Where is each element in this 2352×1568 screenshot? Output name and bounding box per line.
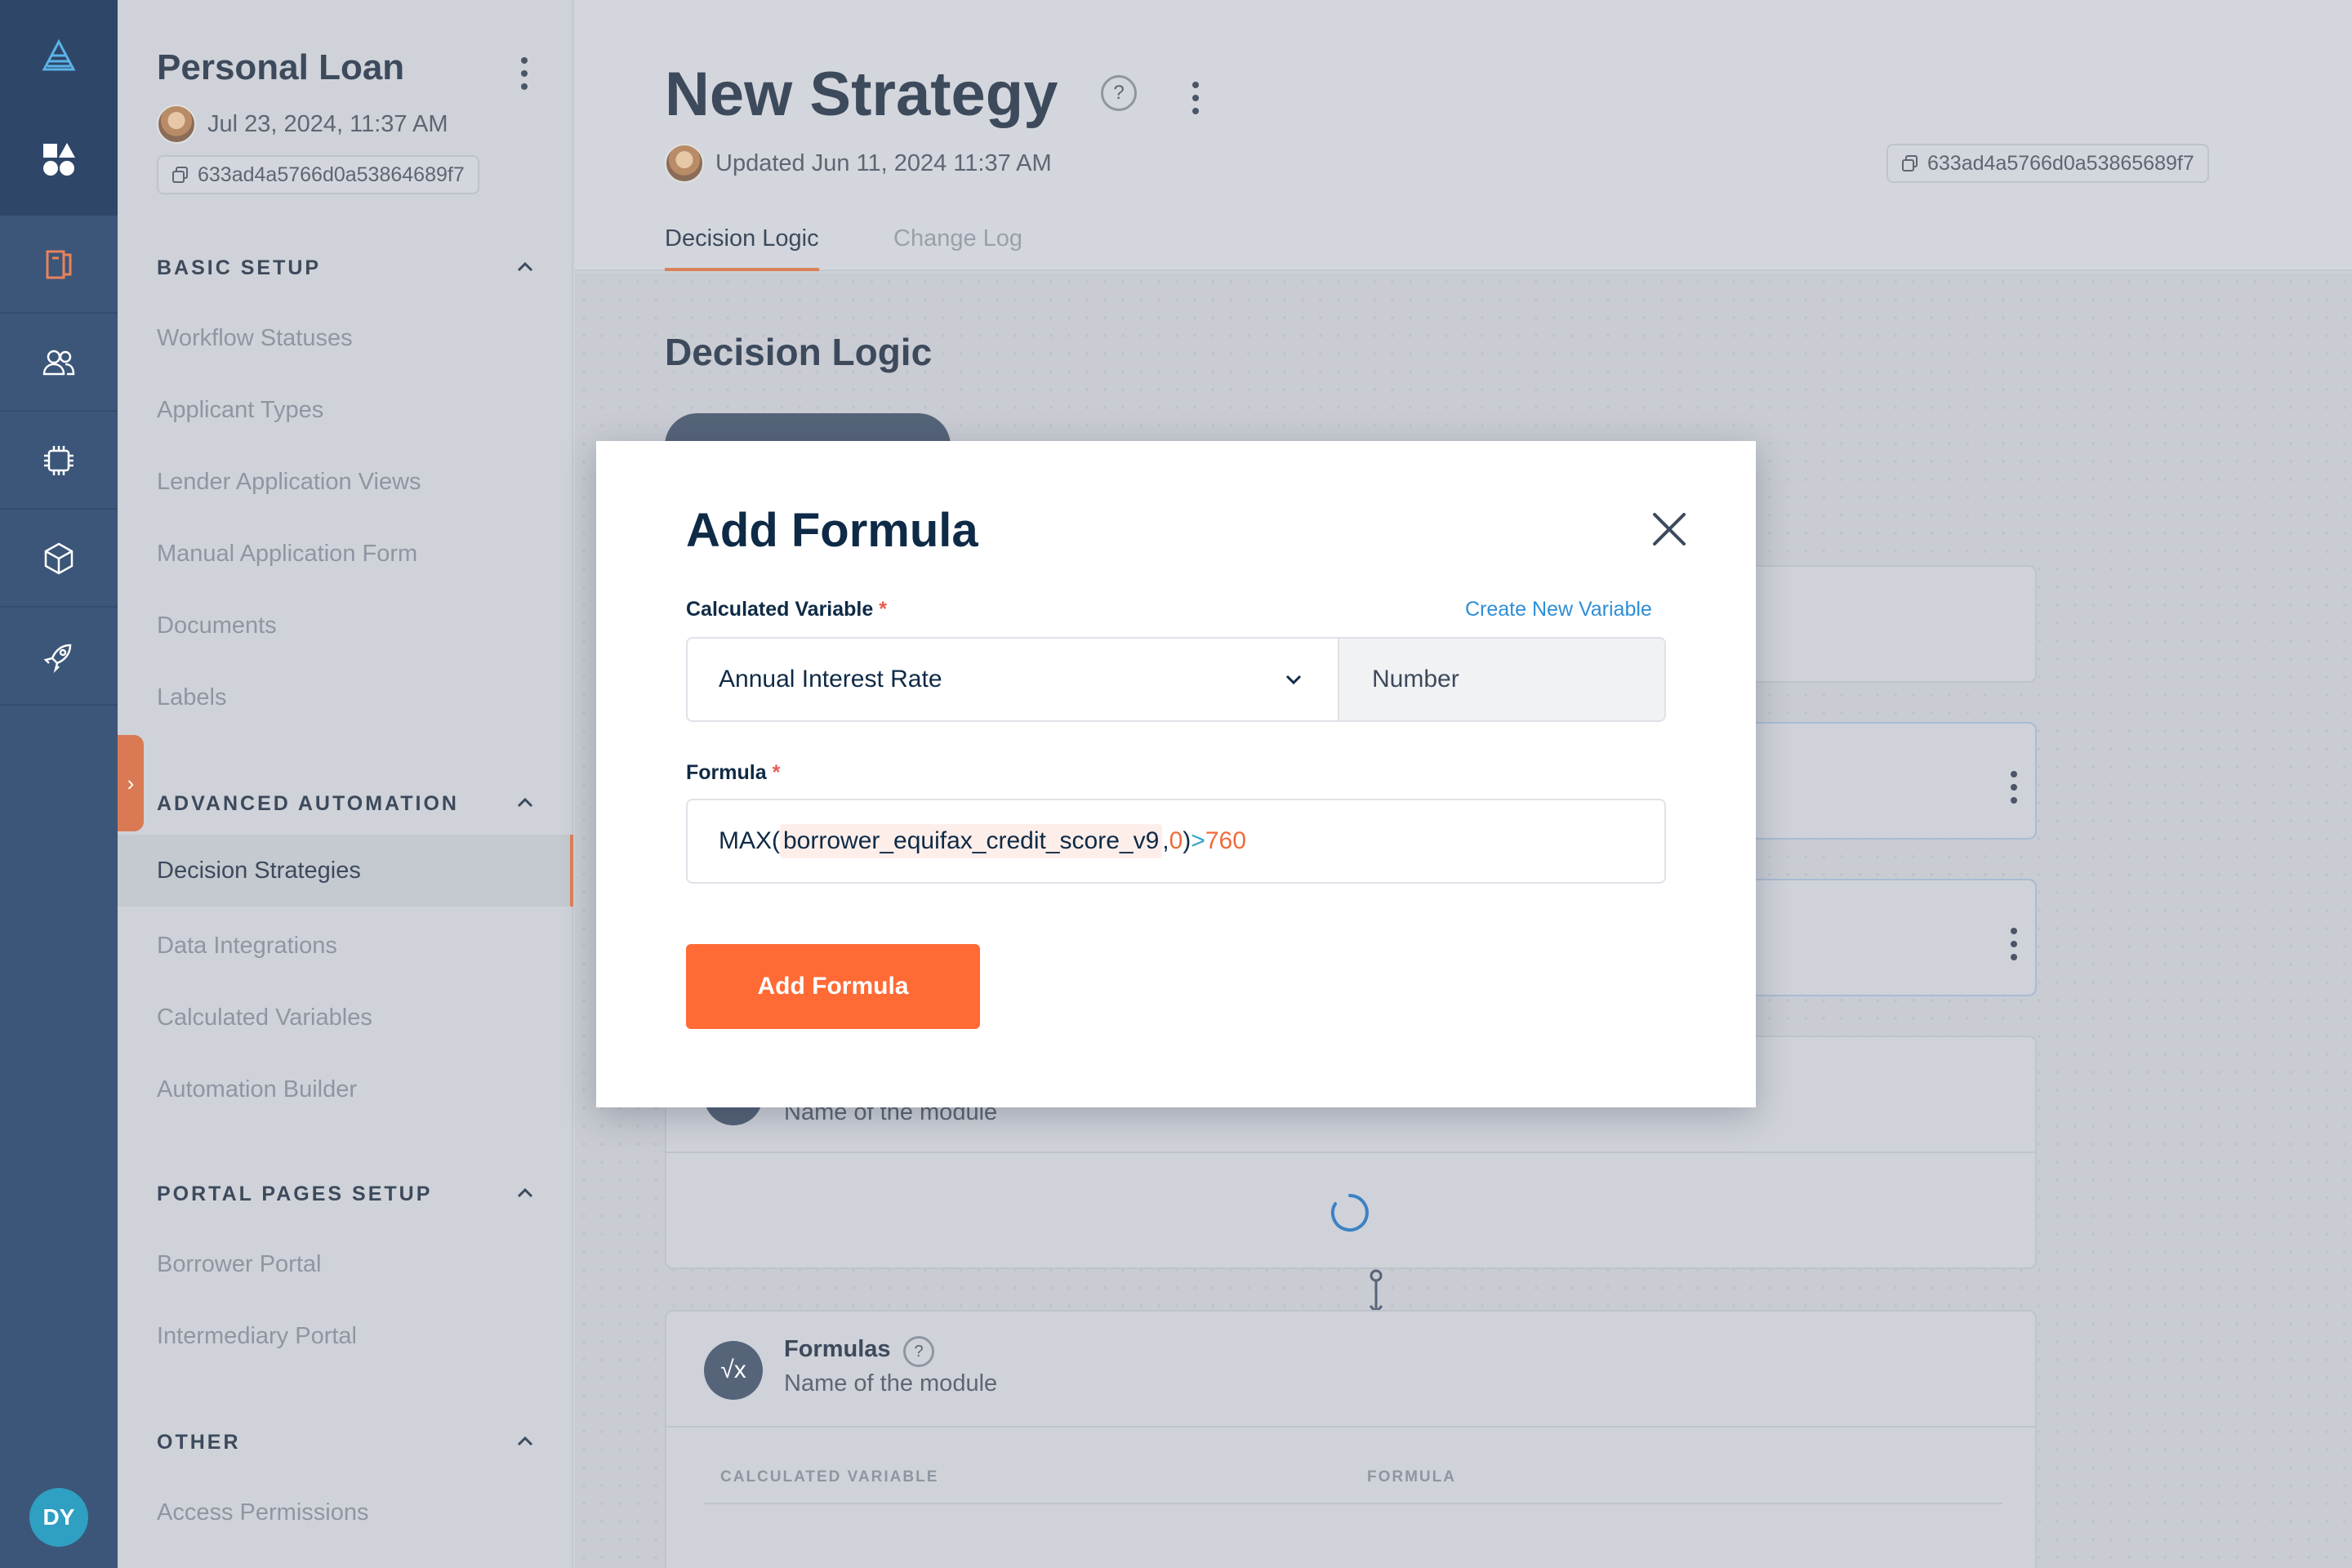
sidebar-item-automation-builder[interactable]: Automation Builder bbox=[157, 1076, 357, 1103]
book-icon[interactable] bbox=[0, 217, 118, 314]
sidebar-item-manual-application-form[interactable]: Manual Application Form bbox=[157, 541, 417, 568]
logo-icon[interactable] bbox=[0, 8, 118, 105]
sidebar-item-documents[interactable]: Documents bbox=[157, 612, 277, 639]
add-formula-dialog: Add Formula Calculated Variable * Create… bbox=[596, 441, 1756, 1107]
chevron-down-icon[interactable] bbox=[1282, 671, 1305, 688]
sidebar-item-lender-application-views[interactable]: Lender Application Views bbox=[157, 469, 421, 496]
module-subtitle: Name of the module bbox=[784, 1370, 998, 1396]
chevron-up-icon[interactable] bbox=[516, 258, 534, 276]
box-icon[interactable] bbox=[0, 511, 118, 608]
copy-icon bbox=[172, 167, 188, 183]
updated-meta: Updated Jun 11, 2024 11:37 AM bbox=[665, 144, 1052, 183]
sidebar-item-label: Decision Strategies bbox=[157, 858, 361, 884]
variable-type: Number bbox=[1372, 666, 1459, 693]
chevron-up-icon[interactable] bbox=[516, 794, 534, 812]
chevron-up-icon[interactable] bbox=[516, 1432, 534, 1450]
required-mark: * bbox=[772, 761, 781, 784]
sidebar-menu-icon[interactable] bbox=[521, 57, 529, 96]
rocket-icon[interactable] bbox=[0, 609, 118, 706]
sidebar-item-access-permissions[interactable]: Access Permissions bbox=[157, 1499, 368, 1526]
dialog-title: Add Formula bbox=[686, 504, 978, 557]
section-basic-setup[interactable]: BASIC SETUP bbox=[157, 256, 321, 280]
formula-input[interactable]: MAX(borrower_equifax_credit_score_v9, 0) >… bbox=[686, 799, 1666, 884]
formula-function: MAX( bbox=[719, 827, 780, 854]
tab-decision-logic[interactable]: Decision Logic bbox=[665, 225, 819, 271]
required-mark: * bbox=[879, 598, 887, 621]
calculated-variable-label-text: Calculated Variable bbox=[686, 598, 874, 621]
avatar bbox=[157, 105, 196, 144]
calculated-variable-label: Calculated Variable * bbox=[686, 598, 887, 621]
sidebar-item-workflow-statuses[interactable]: Workflow Statuses bbox=[157, 325, 353, 352]
sidebar-date: Jul 23, 2024, 11:37 AM bbox=[207, 110, 448, 137]
module-title: Formulas bbox=[784, 1336, 891, 1362]
section-title: Decision Logic bbox=[665, 331, 933, 373]
sidebar-id: 633ad4a5766d0a53864689f7 bbox=[198, 163, 465, 186]
formula-number: 0 bbox=[1169, 827, 1183, 854]
formula-variable-token[interactable]: borrower_equifax_credit_score_v9 bbox=[780, 824, 1163, 858]
page-menu-icon[interactable] bbox=[1192, 82, 1200, 121]
help-icon[interactable]: ? bbox=[1101, 75, 1137, 111]
add-formula-button[interactable]: Add Formula bbox=[686, 944, 980, 1029]
section-other[interactable]: OTHER bbox=[157, 1431, 241, 1454]
create-new-variable-link[interactable]: Create New Variable bbox=[1465, 598, 1652, 621]
sidebar-item-decision-strategies[interactable]: Decision Strategies bbox=[118, 835, 573, 906]
formula-label-text: Formula bbox=[686, 761, 767, 784]
user-avatar[interactable]: DY bbox=[29, 1488, 88, 1547]
tab-change-log[interactable]: Change Log bbox=[893, 225, 1022, 252]
column-header-formula: FORMULA bbox=[1367, 1468, 1456, 1486]
page-header: New Strategy ? Updated Jun 11, 2024 11:3… bbox=[575, 0, 2352, 271]
module-menu-icon[interactable] bbox=[2011, 928, 2019, 967]
square-root-icon: √x bbox=[704, 1341, 763, 1400]
users-icon[interactable] bbox=[0, 315, 118, 412]
strategy-id: 633ad4a5766d0a53865689f7 bbox=[1927, 151, 2194, 175]
sidebar-meta: Jul 23, 2024, 11:37 AM bbox=[157, 105, 448, 144]
sidebar-item-intermediary-portal[interactable]: Intermediary Portal bbox=[157, 1323, 357, 1350]
help-icon[interactable]: ? bbox=[903, 1336, 934, 1367]
formulas-module-card[interactable]: √x Formulas ? Name of the module CALCULA… bbox=[665, 1310, 2037, 1568]
selected-variable: Annual Interest Rate bbox=[719, 666, 942, 693]
sidebar-item-labels[interactable]: Labels bbox=[157, 684, 226, 711]
sidebar-item-borrower-portal[interactable]: Borrower Portal bbox=[157, 1251, 321, 1278]
updated-text: Updated Jun 11, 2024 11:37 AM bbox=[715, 149, 1052, 176]
sidebar-item-data-integrations[interactable]: Data Integrations bbox=[157, 933, 337, 960]
settings-sidebar: Personal Loan Jul 23, 2024, 11:37 AM 633… bbox=[118, 0, 573, 1568]
avatar bbox=[665, 144, 704, 183]
icon-rail: DY bbox=[0, 0, 118, 1568]
sidebar-title: Personal Loan bbox=[157, 47, 405, 87]
divider bbox=[704, 1503, 2002, 1504]
sidebar-id-chip[interactable]: 633ad4a5766d0a53864689f7 bbox=[157, 155, 479, 194]
chevron-up-icon[interactable] bbox=[516, 1184, 534, 1202]
divider bbox=[666, 1426, 2035, 1428]
formula-close-paren: ) bbox=[1183, 827, 1192, 854]
chevron-right-icon: › bbox=[127, 770, 135, 795]
section-advanced-automation[interactable]: ADVANCED AUTOMATION bbox=[157, 792, 459, 816]
loading-spinner-icon bbox=[1330, 1194, 1369, 1232]
formula-number: 760 bbox=[1205, 827, 1246, 854]
module-menu-icon[interactable] bbox=[2011, 771, 2019, 810]
divider bbox=[666, 1152, 2035, 1153]
section-portal-pages-setup[interactable]: PORTAL PAGES SETUP bbox=[157, 1183, 432, 1206]
formula-comma: , bbox=[1162, 827, 1169, 854]
apps-icon[interactable] bbox=[0, 111, 118, 207]
formula-operator: > bbox=[1191, 827, 1205, 854]
sidebar-item-calculated-variables[interactable]: Calculated Variables bbox=[157, 1004, 372, 1031]
column-header-calculated-variable: CALCULATED VARIABLE bbox=[720, 1468, 939, 1486]
sidebar-collapse-toggle[interactable]: › bbox=[118, 735, 144, 831]
sidebar-item-applicant-types[interactable]: Applicant Types bbox=[157, 397, 323, 424]
calculated-variable-select[interactable]: Annual Interest Rate bbox=[686, 637, 1339, 722]
page-title: New Strategy bbox=[665, 60, 1058, 129]
close-icon[interactable] bbox=[1648, 508, 1690, 550]
variable-type-field: Number bbox=[1339, 637, 1666, 722]
copy-icon bbox=[1902, 155, 1918, 172]
formula-label: Formula * bbox=[686, 761, 780, 785]
chip-icon[interactable] bbox=[0, 413, 118, 510]
strategy-id-chip[interactable]: 633ad4a5766d0a53865689f7 bbox=[1886, 144, 2209, 183]
